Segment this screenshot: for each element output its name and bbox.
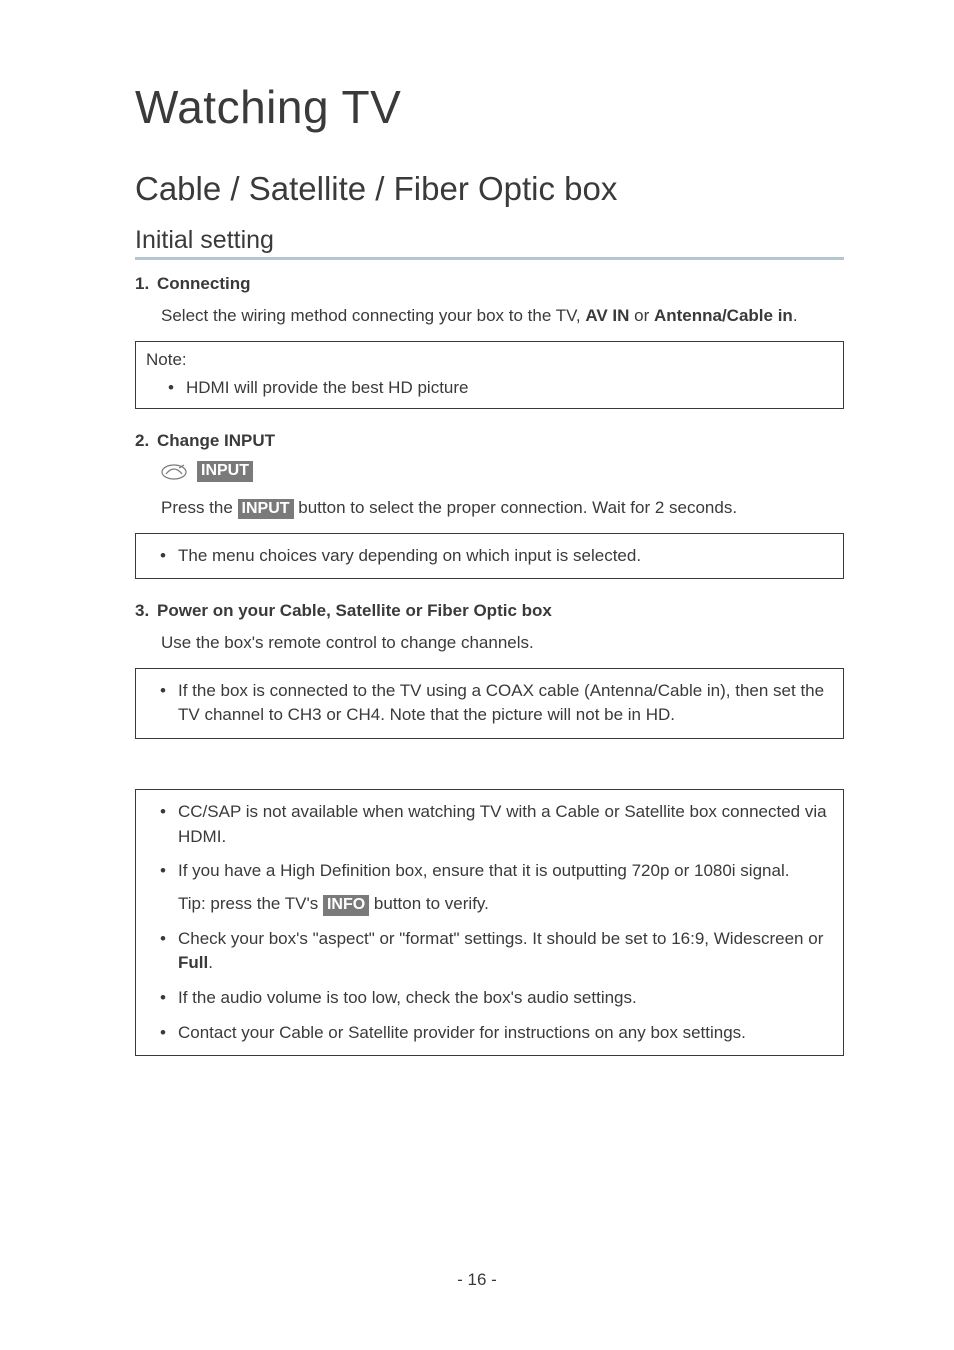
note-bullet-list: HDMI will provide the best HD picture [146, 376, 833, 401]
note-box: Note: HDMI will provide the best HD pict… [135, 341, 844, 410]
list-item: Contact your Cable or Satellite provider… [160, 1021, 833, 1046]
tip-post: button to verify. [369, 894, 489, 913]
list-item-pre: Check your box's "aspect" or "format" se… [178, 929, 823, 948]
step-2-text-pre: Press the [161, 498, 238, 517]
note-label: Note: [146, 350, 833, 370]
list-item: If the audio volume is too low, check th… [160, 986, 833, 1011]
step-3-body: Use the box's remote control to change c… [161, 631, 844, 656]
subsection-title: Initial setting [135, 226, 844, 255]
page-number: - 16 - [0, 1270, 954, 1290]
step-1-heading: 1.Connecting [135, 274, 844, 294]
step-3-title: Power on your Cable, Satellite or Fiber … [157, 601, 552, 620]
bullet-box-1: The menu choices vary depending on which… [135, 533, 844, 580]
info-button-inline: INFO [323, 895, 369, 916]
list-item-bold: Full [178, 953, 208, 972]
remote-button-row: INPUT [161, 461, 844, 482]
step-1-bold-1: AV IN [585, 306, 629, 325]
input-button-chip: INPUT [197, 461, 253, 482]
list-item-text: If you have a High Definition box, ensur… [178, 861, 789, 880]
list-item: If the box is connected to the TV using … [160, 679, 833, 728]
subsection-divider: Initial setting [135, 226, 844, 260]
tip-line: Tip: press the TV's INFO button to verif… [178, 892, 833, 917]
step-1-body: Select the wiring method connecting your… [161, 304, 844, 329]
list-item: CC/SAP is not available when watching TV… [160, 800, 833, 849]
list-item-post: . [208, 953, 213, 972]
step-3-heading: 3.Power on your Cable, Satellite or Fibe… [135, 601, 844, 621]
remote-icon [161, 464, 185, 480]
input-button-inline: INPUT [238, 499, 294, 520]
tip-pre: Tip: press the TV's [178, 894, 323, 913]
bullet-box-3: CC/SAP is not available when watching TV… [135, 789, 844, 1056]
step-2-text-post: button to select the proper connection. … [294, 498, 738, 517]
step-1-text-pre: Select the wiring method connecting your… [161, 306, 585, 325]
step-2-title: Change INPUT [157, 431, 275, 450]
list-item: Check your box's "aspect" or "format" se… [160, 927, 833, 976]
list-item: The menu choices vary depending on which… [160, 544, 833, 569]
step-2-body: Press the INPUT button to select the pro… [161, 496, 844, 521]
section-title: Cable / Satellite / Fiber Optic box [135, 170, 844, 208]
step-1-title: Connecting [157, 274, 251, 293]
bullet-list-1: The menu choices vary depending on which… [138, 544, 833, 569]
step-2-number: 2. [135, 431, 157, 451]
bullet-list-2: If the box is connected to the TV using … [138, 679, 833, 728]
bullet-box-2: If the box is connected to the TV using … [135, 668, 844, 739]
step-1-number: 1. [135, 274, 157, 294]
step-3-number: 3. [135, 601, 157, 621]
page-title: Watching TV [135, 80, 844, 134]
step-1-bold-2: Antenna/Cable in [654, 306, 793, 325]
bullet-list-3: CC/SAP is not available when watching TV… [138, 800, 833, 1045]
step-1-text-mid: or [629, 306, 654, 325]
list-item: If you have a High Definition box, ensur… [160, 859, 833, 916]
step-2-heading: 2.Change INPUT [135, 431, 844, 451]
note-bullet-item: HDMI will provide the best HD picture [168, 376, 833, 401]
step-1-text-post: . [793, 306, 798, 325]
